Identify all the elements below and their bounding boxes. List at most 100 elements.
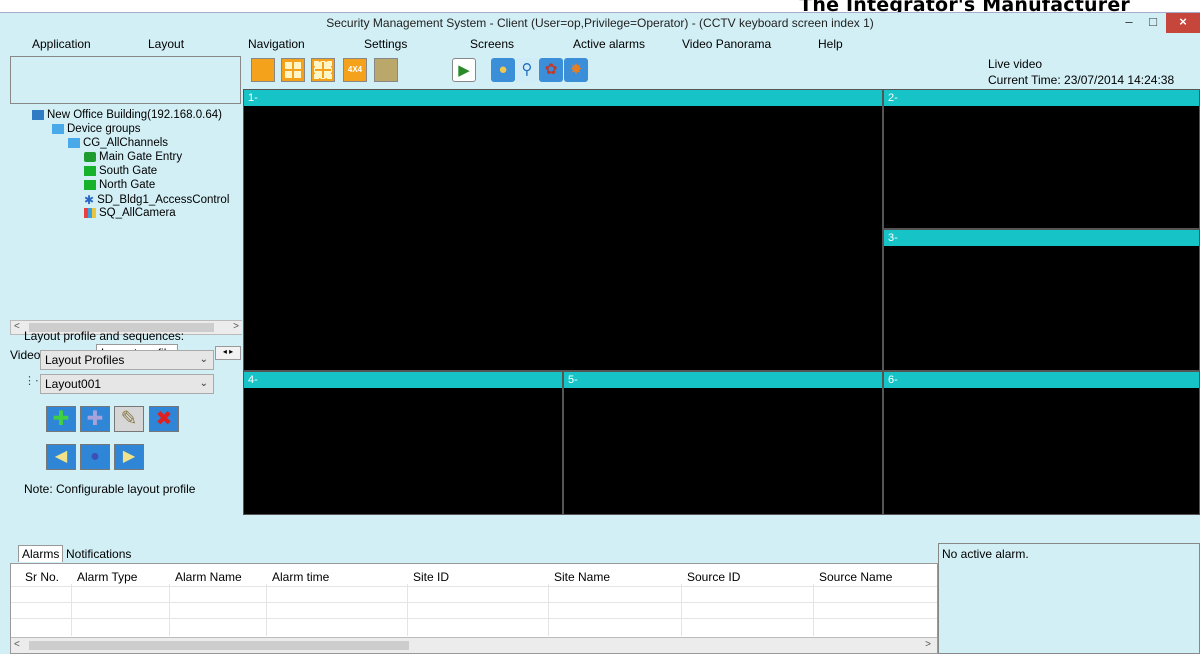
scrollbar-thumb[interactable]	[29, 641, 409, 650]
column-divider	[71, 584, 72, 636]
globe-icon[interactable]: ●	[491, 58, 515, 82]
tab-alarms[interactable]: Alarms	[18, 545, 64, 562]
previous-icon[interactable]: ◀	[46, 444, 76, 470]
add-profile-button[interactable]: ✚	[46, 406, 76, 432]
video-tile-header: 6-	[884, 372, 1199, 388]
tree-device-groups[interactable]: Device groups	[52, 123, 141, 137]
column-header[interactable]: Source Name	[819, 570, 892, 584]
network-icon	[32, 109, 44, 120]
tree-channel-group[interactable]: CG_AllChannels	[68, 137, 168, 151]
video-tile-3[interactable]: 3-	[883, 229, 1200, 371]
menu-application[interactable]: Application	[32, 37, 91, 51]
window-title: Security Management System - Client (Use…	[326, 16, 874, 30]
column-divider	[681, 584, 682, 636]
video-tile-1[interactable]: 1-	[243, 89, 883, 371]
column-header[interactable]: Alarm time	[272, 570, 329, 584]
current-time: Current Time: 23/07/2014 14:24:38	[988, 73, 1175, 87]
film-reel-star-icon[interactable]: ✸	[564, 58, 588, 82]
add-sequence-button[interactable]: ✚	[80, 406, 110, 432]
menu-layout[interactable]: Layout	[148, 37, 184, 51]
play-sequence-icon[interactable]: ▶	[452, 58, 476, 82]
3x3-layout-icon[interactable]	[311, 58, 335, 82]
tree-item-label: South Gate	[99, 165, 158, 177]
layout-profiles-select[interactable]: Layout Profiles ⌄	[40, 350, 214, 370]
maximize-button[interactable]: □	[1140, 13, 1166, 33]
delete-profile-button[interactable]: ✖	[149, 406, 179, 432]
layout-profile-heading: Layout profile and sequences:	[24, 329, 185, 343]
tree-item-south-gate[interactable]: South Gate	[84, 165, 157, 179]
column-divider	[169, 584, 170, 636]
column-header[interactable]: Site Name	[554, 570, 610, 584]
video-tile-5[interactable]: 5-	[563, 371, 883, 515]
next-icon[interactable]: ▶	[114, 444, 144, 470]
folder-icon	[52, 123, 64, 134]
2x2-layout-icon[interactable]	[281, 58, 305, 82]
tree-item-label: SQ_AllCamera	[99, 207, 176, 219]
menu-active-alarms[interactable]: Active alarms	[573, 37, 645, 51]
chevron-down-icon: ⌄	[199, 378, 208, 389]
single-layout-icon[interactable]	[251, 58, 275, 82]
video-tile-header: 5-	[564, 372, 882, 388]
video-tile-header: 4-	[244, 372, 562, 388]
menu-help[interactable]: Help	[818, 37, 843, 51]
folder-icon	[68, 137, 80, 148]
4x4-layout-icon[interactable]: 4X4	[343, 58, 367, 82]
tree-item-access-control[interactable]: ✱ SD_Bldg1_AccessControl	[84, 193, 229, 207]
film-reel-icon[interactable]: ✿	[539, 58, 563, 82]
layout-select[interactable]: Layout001 ⌄	[40, 374, 214, 394]
pause-icon[interactable]: ●	[80, 444, 110, 470]
menu-navigation[interactable]: Navigation	[248, 37, 305, 51]
scroll-right-arrow-icon[interactable]: >	[925, 639, 931, 650]
column-header[interactable]: Site ID	[413, 570, 449, 584]
left-panel: New Office Building(192.168.0.64) Device…	[0, 54, 243, 515]
tree-root[interactable]: New Office Building(192.168.0.64)	[32, 109, 222, 123]
edit-profile-button[interactable]: ✎	[114, 406, 144, 432]
door-icon	[84, 151, 96, 162]
alarm-status-text: No active alarm.	[942, 547, 1029, 561]
column-divider	[548, 584, 549, 636]
table-row	[11, 618, 937, 619]
chevron-down-icon: ⌄	[199, 354, 208, 365]
alarm-table: Sr No. Alarm Type Alarm Name Alarm time …	[10, 563, 938, 654]
table-row	[11, 602, 937, 603]
search-icon[interactable]: ⚲	[515, 58, 539, 82]
custom-layout-icon[interactable]	[374, 58, 398, 82]
minimize-button[interactable]: –	[1116, 13, 1142, 33]
table-row	[11, 586, 937, 587]
alarm-status-panel: No active alarm.	[938, 543, 1200, 654]
column-header[interactable]: Sr No.	[25, 570, 59, 584]
tree-device-groups-label: Device groups	[67, 123, 141, 135]
column-header[interactable]: Alarm Type	[77, 570, 137, 584]
tree-item-main-gate[interactable]: Main Gate Entry	[84, 151, 182, 165]
video-tile-6[interactable]: 6-	[883, 371, 1200, 515]
video-wall: 1- 2- 3- 4- 5- 6-	[242, 88, 1200, 515]
layout-profile-note: Note: Configurable layout profile	[24, 482, 196, 496]
column-header[interactable]: Source ID	[687, 570, 740, 584]
preview-box	[10, 56, 241, 104]
menu-settings[interactable]: Settings	[364, 37, 407, 51]
video-tile-header: 1-	[244, 90, 882, 106]
menu-bar: Application Layout Navigation Settings S…	[0, 34, 1200, 54]
tab-notifications[interactable]: Notifications	[66, 547, 131, 561]
video-tile-2[interactable]: 2-	[883, 89, 1200, 229]
tree-item-label: North Gate	[99, 179, 156, 191]
tab-scroll-arrows-icon[interactable]: ◂ ▸	[215, 346, 241, 360]
table-horizontal-scrollbar[interactable]: < >	[11, 637, 937, 653]
video-tile-4[interactable]: 4-	[243, 371, 563, 515]
gate-icon	[84, 165, 96, 176]
layout-profiles-select-value: Layout Profiles	[45, 353, 125, 367]
video-tile-header: 2-	[884, 90, 1199, 106]
column-header[interactable]: Alarm Name	[175, 570, 242, 584]
video-tile-header: 3-	[884, 230, 1199, 246]
scroll-left-arrow-icon[interactable]: <	[14, 321, 20, 332]
column-divider	[266, 584, 267, 636]
tree-item-north-gate[interactable]: North Gate	[84, 179, 155, 193]
tree-channel-group-label: CG_AllChannels	[83, 137, 169, 149]
close-button[interactable]: ×	[1166, 13, 1200, 33]
menu-video-panorama[interactable]: Video Panorama	[682, 37, 771, 51]
access-control-icon: ✱	[84, 193, 95, 207]
menu-screens[interactable]: Screens	[470, 37, 514, 51]
scroll-left-arrow-icon[interactable]: <	[14, 639, 20, 650]
scroll-right-arrow-icon[interactable]: >	[233, 321, 239, 332]
tree-item-all-camera[interactable]: SQ_AllCamera	[84, 207, 176, 221]
